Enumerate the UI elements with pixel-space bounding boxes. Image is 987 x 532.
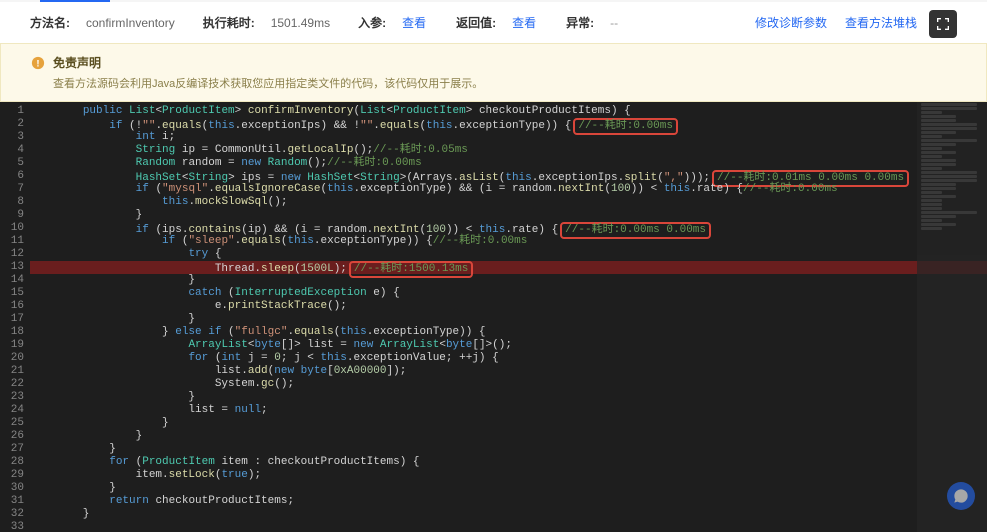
code-line: HashSet<String> ips = new HashSet<String… bbox=[30, 170, 987, 183]
exception-value: -- bbox=[610, 16, 618, 30]
code-content[interactable]: public List<ProductItem> confirmInventor… bbox=[30, 102, 987, 532]
code-line: public List<ProductItem> confirmInventor… bbox=[30, 105, 987, 118]
modify-params-link[interactable]: 修改诊断参数 bbox=[755, 14, 827, 31]
code-line: catch (InterruptedException e) { bbox=[30, 287, 987, 300]
help-bubble[interactable] bbox=[947, 482, 975, 510]
code-line: } bbox=[30, 482, 987, 495]
code-line: list = null; bbox=[30, 404, 987, 417]
exception-label: 异常: bbox=[566, 14, 594, 31]
view-return-link[interactable]: 查看 bbox=[512, 14, 536, 31]
code-line: ArrayList<byte[]> list = new ArrayList<b… bbox=[30, 339, 987, 352]
code-line: } bbox=[30, 274, 987, 287]
svg-text:!: ! bbox=[36, 59, 39, 70]
code-line: return checkoutProductItems; bbox=[30, 495, 987, 508]
code-line: String ip = CommonUtil.getLocalIp();//--… bbox=[30, 144, 987, 157]
method-name-value: confirmInventory bbox=[86, 16, 175, 30]
return-label: 返回值: bbox=[456, 14, 496, 31]
notice-desc: 查看方法源码会利用Java反编译技术获取您应用指定类文件的代码，该代码仅用于展示… bbox=[53, 75, 956, 91]
code-line: list.add(new byte[0xA00000]); bbox=[30, 365, 987, 378]
view-stack-link[interactable]: 查看方法堆栈 bbox=[845, 14, 917, 31]
exec-time-value: 1501.49ms bbox=[271, 16, 330, 30]
code-line: item.setLock(true); bbox=[30, 469, 987, 482]
minimap[interactable] bbox=[917, 102, 987, 532]
expand-icon bbox=[935, 16, 951, 32]
code-line: this.mockSlowSql(); bbox=[30, 196, 987, 209]
notice-title: 免责声明 bbox=[53, 54, 956, 71]
params-label: 入参: bbox=[358, 14, 386, 31]
exec-time-label: 执行耗时: bbox=[203, 14, 255, 31]
code-line: e.printStackTrace(); bbox=[30, 300, 987, 313]
code-line: } bbox=[30, 209, 987, 222]
code-line: } bbox=[30, 313, 987, 326]
code-line: } bbox=[30, 430, 987, 443]
code-line: if (ips.contains(ip) && (i = random.next… bbox=[30, 222, 987, 235]
code-viewer: 1234567891011121314151617181920212223242… bbox=[0, 102, 987, 532]
code-line: for (ProductItem item : checkoutProductI… bbox=[30, 456, 987, 469]
code-line: try { bbox=[30, 248, 987, 261]
code-line: } bbox=[30, 508, 987, 521]
code-line: for (int j = 0; j < this.exceptionValue;… bbox=[30, 352, 987, 365]
code-line bbox=[30, 521, 987, 532]
code-line: } bbox=[30, 391, 987, 404]
code-line: if (!"".equals(this.exceptionIps) && !""… bbox=[30, 118, 987, 131]
code-line: if ("mysql".equalsIgnoreCase(this.except… bbox=[30, 183, 987, 196]
code-line: } bbox=[30, 417, 987, 430]
code-line: int i; bbox=[30, 131, 987, 144]
code-line: } bbox=[30, 443, 987, 456]
view-params-link[interactable]: 查看 bbox=[402, 14, 426, 31]
code-line: Random random = new Random();//--耗时:0.00… bbox=[30, 157, 987, 170]
expand-button[interactable] bbox=[929, 10, 957, 38]
chat-icon bbox=[953, 488, 969, 504]
code-line: if ("sleep".equals(this.exceptionType)) … bbox=[30, 235, 987, 248]
info-header: 方法名: confirmInventory 执行耗时: 1501.49ms 入参… bbox=[0, 2, 987, 43]
disclaimer-notice: ! 免责声明 查看方法源码会利用Java反编译技术获取您应用指定类文件的代码，该… bbox=[0, 43, 987, 102]
info-icon: ! bbox=[31, 56, 45, 70]
method-name-label: 方法名: bbox=[30, 14, 70, 31]
line-gutter: 1234567891011121314151617181920212223242… bbox=[0, 102, 30, 532]
code-line: System.gc(); bbox=[30, 378, 987, 391]
code-line: Thread.sleep(1500L);//--耗时:1500.13ms bbox=[30, 261, 987, 274]
code-line: } else if ("fullgc".equals(this.exceptio… bbox=[30, 326, 987, 339]
